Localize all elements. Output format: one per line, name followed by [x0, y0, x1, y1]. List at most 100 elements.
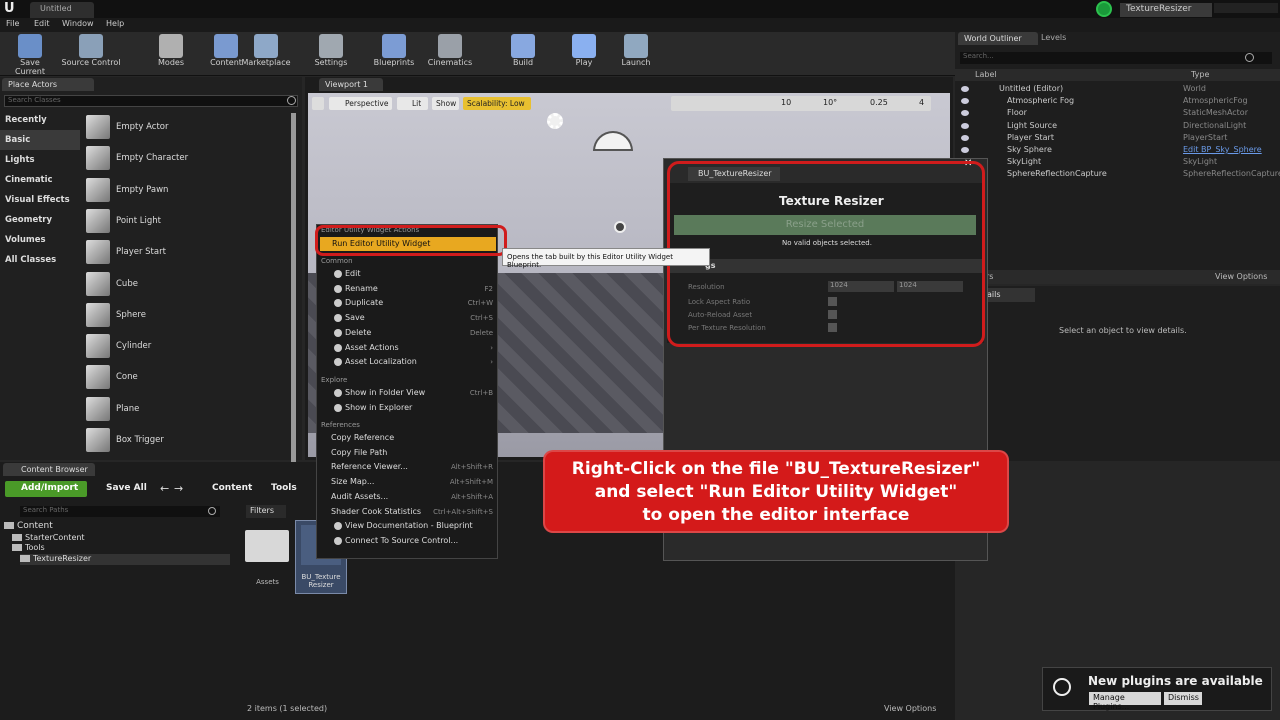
menu-item-connect-to-source-control[interactable]: Connect To Source Control...	[317, 534, 497, 548]
outliner-view-options[interactable]: View Options	[1215, 272, 1267, 281]
visibility-eye-icon[interactable]	[961, 134, 969, 141]
menu-item-audit-assets[interactable]: Audit Assets... Alt+Shift+A	[317, 490, 497, 504]
blueprints-button[interactable]: Blueprints	[368, 32, 420, 76]
actor-sphere[interactable]: Sphere	[86, 300, 286, 330]
actor-player-start[interactable]: Player Start	[86, 237, 286, 267]
viewport-options-button[interactable]	[312, 97, 324, 110]
transform-toolbar[interactable]	[671, 96, 931, 111]
save-current-button[interactable]: Save Current	[4, 32, 56, 76]
menu-item-reference-viewer[interactable]: Reference Viewer... Alt+Shift+R	[317, 460, 497, 474]
outliner-row[interactable]: Player Start PlayerStart	[955, 132, 1275, 144]
class-search-input[interactable]: Search Classes	[4, 95, 298, 107]
show-button[interactable]: Show	[432, 97, 459, 110]
menu-item-copy-reference[interactable]: Copy Reference	[317, 431, 497, 445]
settings-button[interactable]: Settings	[305, 32, 357, 76]
build-button[interactable]: Build	[497, 32, 549, 76]
category-all-classes[interactable]: All Classes	[0, 250, 80, 270]
category-basic[interactable]: Basic	[0, 130, 80, 150]
play-button[interactable]: Play	[558, 32, 610, 76]
menu-item-show-in-explorer[interactable]: Show in Explorer	[317, 401, 497, 415]
source-control-button[interactable]: Source Control	[60, 32, 122, 76]
menu-item-asset-actions[interactable]: Asset Actions ›	[317, 341, 497, 355]
tree-folder-textureresizer[interactable]: TextureResizer	[20, 554, 230, 565]
asset-folder-assets[interactable]: Assets	[245, 526, 290, 586]
manage-plugins-button[interactable]: Manage Plugins...	[1089, 692, 1161, 711]
actor-box-trigger[interactable]: Box Trigger	[86, 425, 286, 455]
menu-item-shader-cook-statistics[interactable]: Shader Cook Statistics Ctrl+Alt+Shift+S	[317, 505, 497, 519]
outliner-row[interactable]: SphereReflectionCapture SphereReflectionC…	[955, 168, 1280, 180]
category-volumes[interactable]: Volumes	[0, 230, 80, 250]
menu-file[interactable]: File	[6, 19, 19, 28]
forward-arrow-icon[interactable]: →	[174, 482, 183, 495]
level-tab[interactable]: Untitled	[30, 2, 94, 18]
visibility-eye-icon[interactable]	[961, 98, 969, 105]
outliner-row[interactable]: SkyLight SkyLight	[955, 156, 1275, 168]
outliner-row[interactable]: Floor StaticMeshActor	[955, 107, 1275, 119]
actor-empty-actor[interactable]: Empty Actor	[86, 112, 286, 142]
menu-edit[interactable]: Edit	[34, 19, 50, 28]
outliner-item-type[interactable]: Edit BP_Sky_Sphere	[1183, 144, 1262, 156]
menu-help[interactable]: Help	[106, 19, 124, 28]
dismiss-button[interactable]: Dismiss	[1164, 692, 1202, 705]
add-import-button[interactable]: Add/Import	[5, 481, 87, 497]
actor-plane[interactable]: Plane	[86, 394, 286, 424]
col-type[interactable]: Type	[1191, 70, 1209, 79]
lit-button[interactable]: Lit	[397, 97, 428, 110]
marketplace-button[interactable]: Marketplace	[240, 32, 292, 76]
outliner-row[interactable]: Untitled (Editor) World	[955, 83, 1275, 95]
actor-empty-character[interactable]: Empty Character	[86, 143, 286, 173]
visibility-eye-icon[interactable]	[961, 122, 969, 129]
col-label[interactable]: Label	[975, 70, 997, 79]
actor-point-light[interactable]: Point Light	[86, 206, 286, 236]
actor-cube[interactable]: Cube	[86, 269, 286, 299]
outliner-row[interactable]: Sky Sphere Edit BP_Sky_Sphere	[955, 144, 1275, 156]
category-visual-effects[interactable]: Visual Effects	[0, 190, 80, 210]
menu-item-duplicate[interactable]: Duplicate Ctrl+W	[317, 296, 497, 310]
menu-item-delete[interactable]: Delete Delete	[317, 326, 497, 340]
search-paths-input[interactable]: Search Paths	[20, 506, 220, 517]
launch-button[interactable]: Launch	[610, 32, 662, 76]
category-geometry[interactable]: Geometry	[0, 210, 80, 230]
rotation-snap-value[interactable]: 10°	[823, 98, 837, 107]
scrollbar[interactable]	[291, 113, 296, 463]
tab-world-outliner[interactable]: World Outliner	[958, 32, 1038, 45]
menu-item-view-documentation-blueprint[interactable]: View Documentation - Blueprint	[317, 519, 497, 533]
tab-levels[interactable]: Levels	[1041, 33, 1066, 42]
menu-item-edit[interactable]: Edit	[317, 267, 497, 281]
cinematics-button[interactable]: Cinematics	[424, 32, 476, 76]
cb-view-options[interactable]: View Options	[884, 704, 936, 713]
visibility-eye-icon[interactable]	[961, 86, 969, 92]
place-actors-tab[interactable]: Place Actors	[2, 78, 94, 91]
menu-item-save[interactable]: Save Ctrl+S	[317, 311, 497, 325]
content-browser-tab[interactable]: Content Browser	[3, 463, 95, 476]
visibility-eye-icon[interactable]	[961, 147, 969, 153]
modes-button[interactable]: Modes	[145, 32, 197, 76]
path-tools[interactable]: Tools	[271, 483, 297, 493]
menu-item-rename[interactable]: Rename F2	[317, 282, 497, 296]
back-arrow-icon[interactable]: ←	[160, 482, 169, 495]
actor-empty-pawn[interactable]: Empty Pawn	[86, 175, 286, 205]
menu-item-show-in-folder-view[interactable]: Show in Folder View Ctrl+B	[317, 386, 497, 400]
actor-cylinder[interactable]: Cylinder	[86, 331, 286, 361]
tree-folder-content[interactable]: Content	[4, 521, 230, 532]
actor-cone[interactable]: Cone	[86, 362, 286, 392]
outliner-row[interactable]: Light Source DirectionalLight	[955, 120, 1275, 132]
menu-item-asset-localization[interactable]: Asset Localization ›	[317, 355, 497, 369]
filters-button[interactable]: Filters	[246, 505, 286, 518]
menu-item-size-map[interactable]: Size Map... Alt+Shift+M	[317, 475, 497, 489]
tree-folder-tools[interactable]: Tools	[12, 543, 230, 554]
menu-item-copy-file-path[interactable]: Copy File Path	[317, 446, 497, 460]
visibility-eye-icon[interactable]	[961, 110, 969, 117]
category-recently-placed[interactable]: Recently Placed	[0, 110, 80, 145]
perspective-button[interactable]: Perspective	[329, 97, 392, 110]
path-content[interactable]: Content	[212, 483, 252, 493]
viewport-tab[interactable]: Viewport 1	[319, 78, 383, 91]
save-all-button[interactable]: Save All	[92, 481, 152, 497]
category-cinematic[interactable]: Cinematic	[0, 170, 80, 190]
camera-speed-value[interactable]: 4	[919, 98, 924, 107]
outliner-row[interactable]: Atmospheric Fog AtmosphericFog	[955, 95, 1275, 107]
window-controls[interactable]	[1214, 3, 1278, 13]
scalability-badge[interactable]: Scalability: Low	[463, 97, 531, 110]
scale-snap-value[interactable]: 0.25	[870, 98, 888, 107]
outliner-search-input[interactable]: Search...	[960, 52, 1272, 64]
